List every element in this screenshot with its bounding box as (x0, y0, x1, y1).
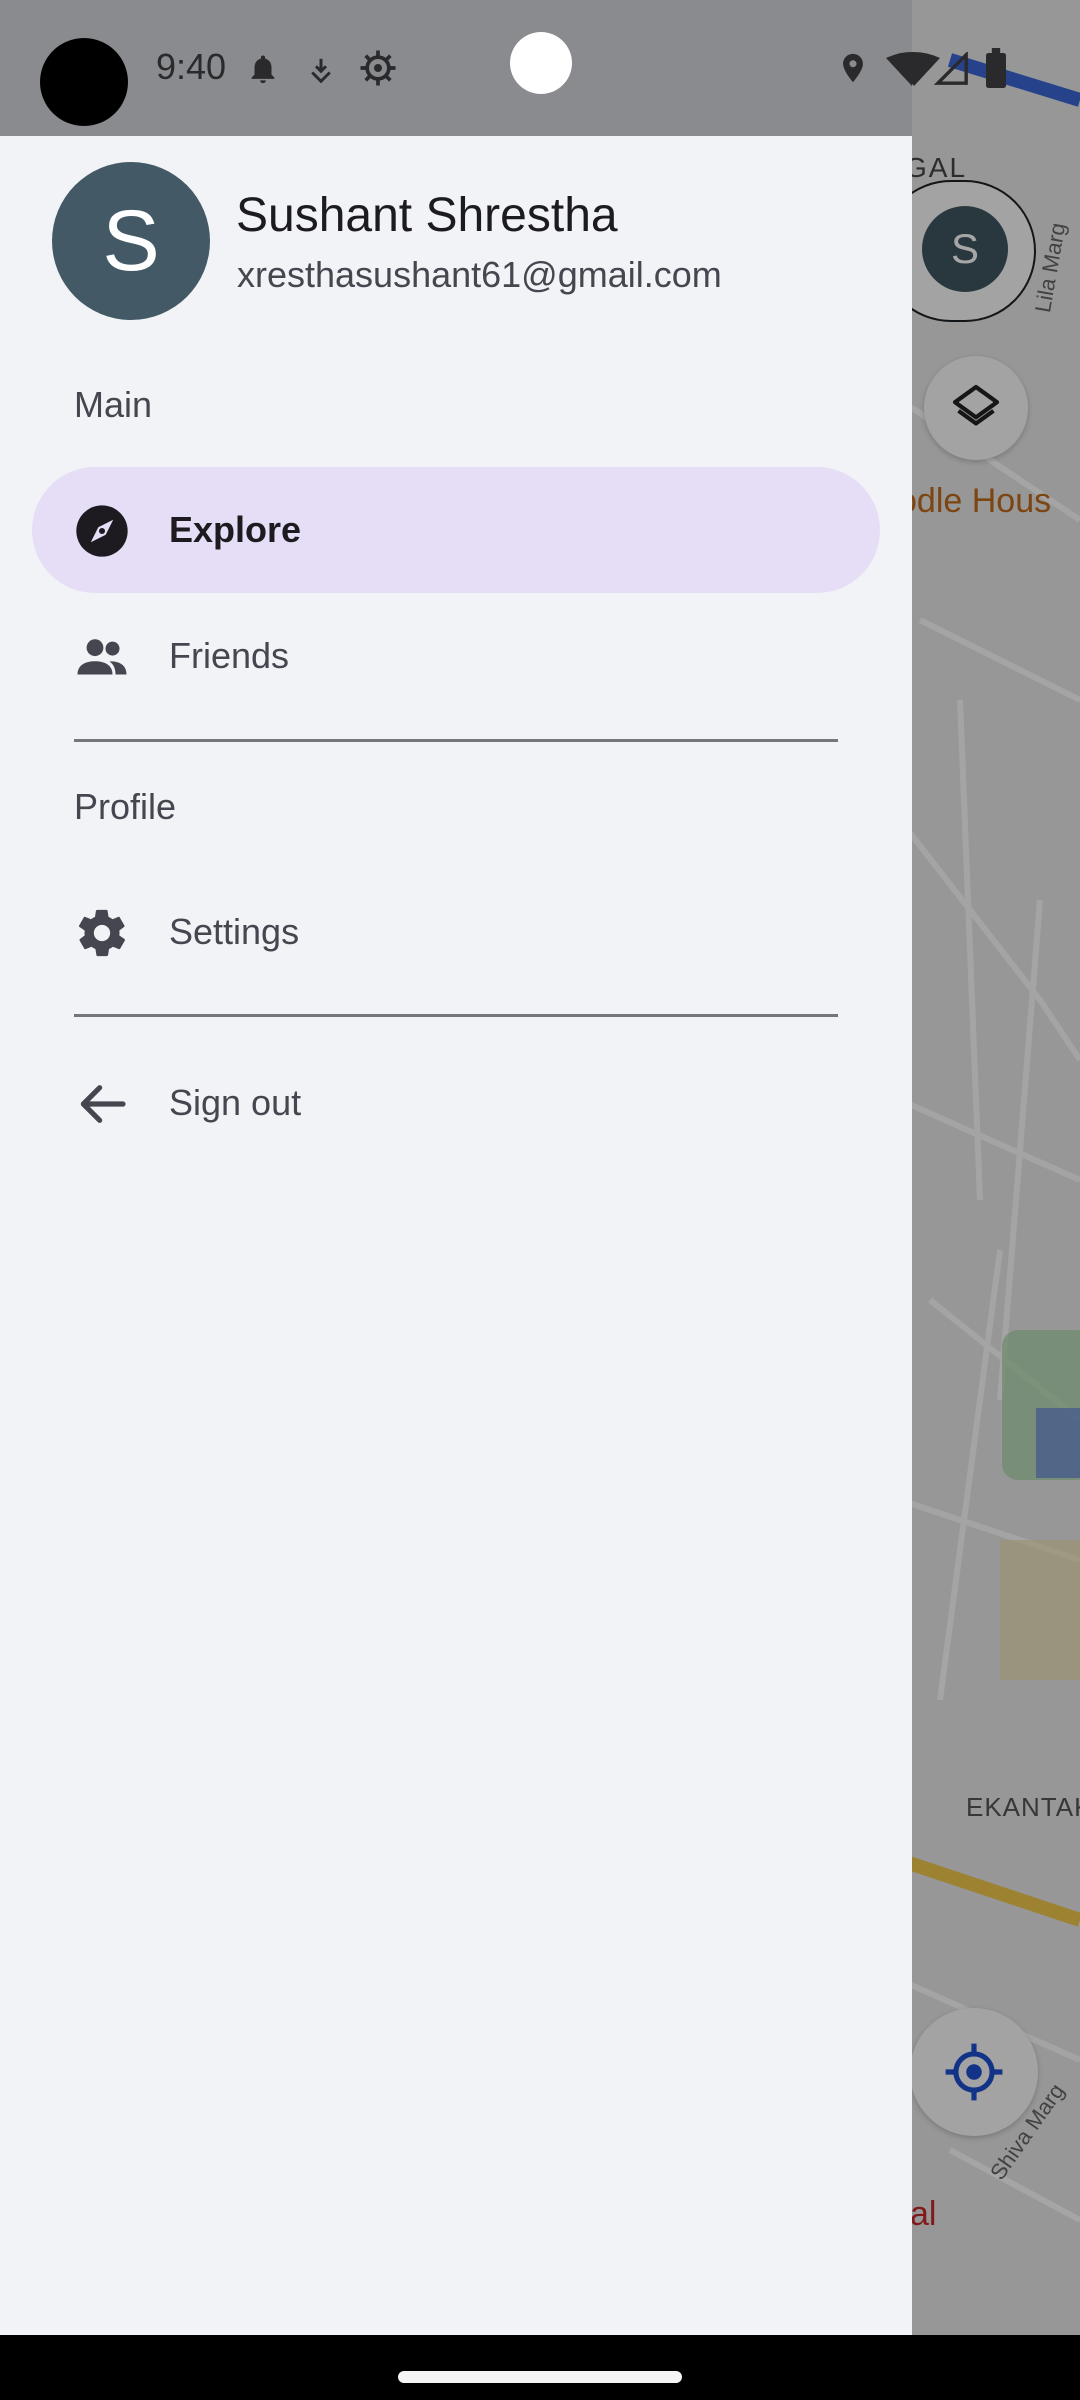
settings-sync-icon (360, 50, 396, 86)
arrow-back-icon (80, 1085, 126, 1123)
bell-icon (251, 55, 275, 84)
system-navigation-bar (0, 2335, 1080, 2400)
drawer-item-friends[interactable]: Friends (32, 593, 880, 719)
profile-avatar[interactable]: S (52, 162, 210, 320)
section-label-main: Main (74, 384, 153, 425)
drawer-item-sign-out-label: Sign out (169, 1082, 302, 1123)
gear-icon (78, 909, 126, 957)
profile-email: xresthasushant61@gmail.com (237, 254, 722, 295)
notification-dot (510, 32, 572, 94)
download-icon (311, 58, 331, 84)
people-icon (77, 639, 127, 675)
wifi-icon (886, 52, 912, 86)
camera-cutout (40, 38, 128, 126)
drawer-item-sign-out[interactable]: Sign out (32, 1040, 880, 1166)
navigation-drawer: S Sushant Shrestha xresthasushant61@gmai… (0, 136, 912, 2335)
drawer-item-friends-label: Friends (169, 635, 290, 676)
drawer-item-settings[interactable]: Settings (32, 869, 880, 995)
drawer-item-settings-label: Settings (169, 911, 300, 952)
profile-name: Sushant Shrestha (236, 189, 618, 242)
signal-icon (934, 52, 968, 85)
status-time: 9:40 (156, 46, 227, 87)
status-bar: 9:40 (0, 0, 912, 136)
drawer-divider-2 (74, 1014, 838, 1017)
compass-icon (76, 505, 128, 557)
drawer-item-explore[interactable]: Explore (32, 467, 880, 593)
battery-icon (986, 48, 1006, 88)
drawer-item-explore-label: Explore (169, 509, 302, 550)
home-gesture-handle[interactable] (398, 2371, 682, 2383)
location-icon (843, 53, 863, 83)
drawer-divider-1 (74, 739, 838, 742)
section-label-profile: Profile (74, 786, 177, 827)
